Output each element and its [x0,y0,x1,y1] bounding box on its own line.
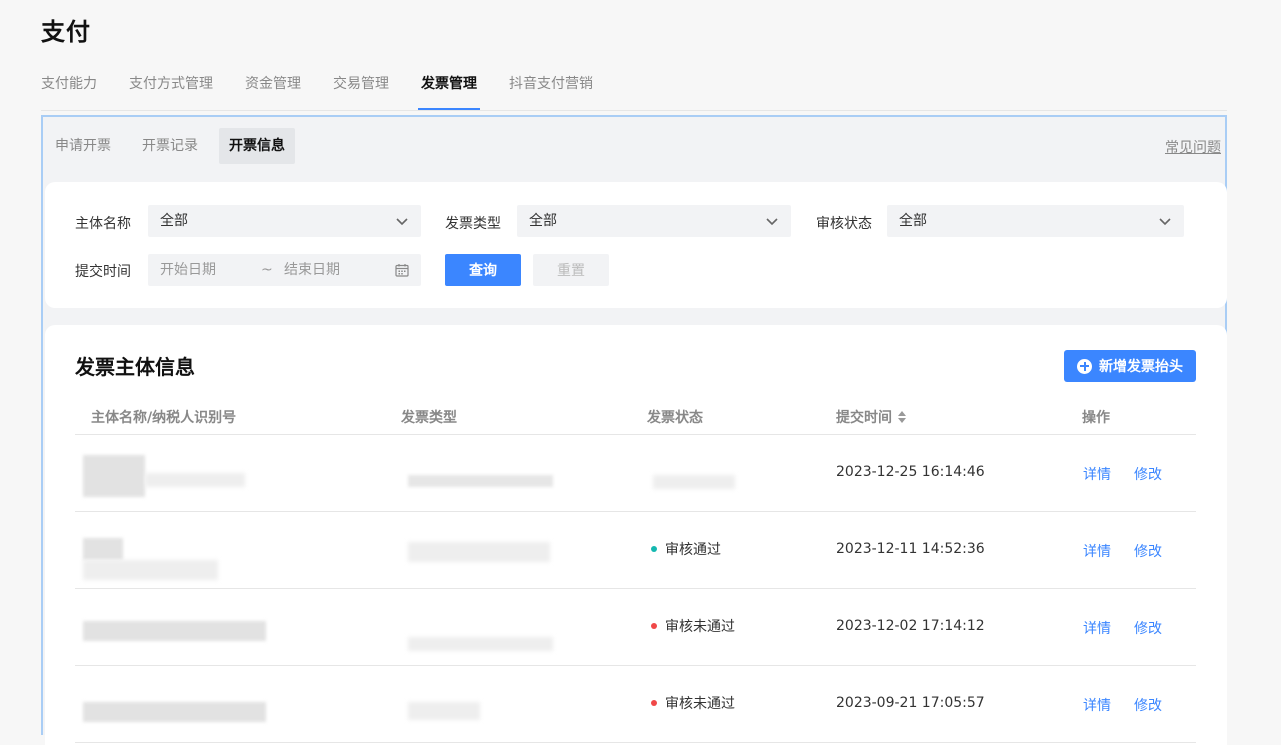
tab-pay-ability[interactable]: 支付能力 [41,66,97,110]
tab-trade[interactable]: 交易管理 [333,66,389,110]
redacted-name [83,702,266,722]
col-name: 主体名称/纳税人识别号 [91,410,237,426]
redacted-type [408,702,480,720]
status-badge: 审核通过 [651,539,721,559]
plus-circle-icon [1077,358,1092,374]
invoice-type-select[interactable]: 全部 [517,205,791,237]
invoice-panel: 申请开票 开票记录 开票信息 常见问题 主体名称 全部 发票类型 全部 审核状态… [41,115,1227,745]
table-row: 审核未通过 2023-09-21 17:05:57 详情 修改 [75,666,1196,743]
redacted-status [653,475,735,489]
detail-link[interactable]: 详情 [1083,695,1111,715]
status-dot [651,623,657,629]
filter-card: 主体名称 全部 发票类型 全部 审核状态 全部 提交时间 开始日期 ~ 结束日期 [45,182,1227,308]
tab-invoice[interactable]: 发票管理 [418,66,480,110]
row-submit-time: 2023-12-11 14:52:36 [836,541,985,557]
tabs-divider [41,110,1227,111]
status-text: 审核通过 [665,542,721,558]
tab-fund[interactable]: 资金管理 [245,66,301,110]
tab-pay-method[interactable]: 支付方式管理 [129,66,213,110]
date-separator: ~ [261,262,273,278]
section-title: 发票主体信息 [75,355,195,379]
col-time-label: 提交时间 [836,410,892,426]
add-invoice-header-label: 新增发票抬头 [1099,359,1183,375]
status-text: 审核未通过 [665,696,735,712]
detail-link[interactable]: 详情 [1083,618,1111,638]
edit-link[interactable]: 修改 [1134,618,1162,638]
edit-link[interactable]: 修改 [1134,695,1162,715]
invoice-type-value: 全部 [529,213,557,229]
reset-button[interactable]: 重置 [533,254,609,286]
subtab-records[interactable]: 开票记录 [132,128,208,164]
row-submit-time: 2023-12-25 16:14:46 [836,464,985,480]
detail-link[interactable]: 详情 [1083,541,1111,561]
status-dot [651,700,657,706]
chevron-down-icon [396,218,408,226]
status-text: 审核未通过 [665,619,735,635]
subtab-apply[interactable]: 申请开票 [45,128,121,164]
invoice-entity-list: 发票主体信息 新增发票抬头 主体名称/纳税人识别号 发票类型 发票状态 提交时间… [45,325,1227,745]
col-actions: 操作 [1082,410,1110,426]
start-date-input[interactable]: 开始日期 [160,254,216,286]
redacted-name [83,538,123,560]
end-date-input[interactable]: 结束日期 [284,254,340,286]
chevron-down-icon [766,218,778,226]
redacted-name [83,455,145,497]
subtab-info[interactable]: 开票信息 [219,128,295,164]
col-status: 发票状态 [647,410,703,426]
redacted-type [408,542,550,562]
edit-link[interactable]: 修改 [1134,541,1162,561]
faq-link[interactable]: 常见问题 [1165,137,1221,157]
date-range-picker[interactable]: 开始日期 ~ 结束日期 [148,254,421,286]
table-row: 审核未通过 2023-12-02 17:14:12 详情 修改 [75,589,1196,666]
submit-time-label: 提交时间 [75,264,131,280]
calendar-icon [395,264,409,277]
invoice-table: 主体名称/纳税人识别号 发票类型 发票状态 提交时间 操作 2023-12-25… [75,397,1196,743]
main-tabs: 支付能力 支付方式管理 资金管理 交易管理 发票管理 抖音支付营销 [41,66,625,110]
table-row: 2023-12-25 16:14:46 详情 修改 [75,435,1196,512]
col-type: 发票类型 [401,410,457,426]
sub-tabs: 申请开票 开票记录 开票信息 [45,128,306,164]
status-badge: 审核未通过 [651,616,735,636]
redacted-taxid [145,473,245,487]
chevron-down-icon [1159,218,1171,226]
col-time[interactable]: 提交时间 [836,407,907,427]
redacted-type [408,475,553,487]
sort-icon[interactable] [897,411,907,423]
redacted-name [83,621,266,641]
review-status-value: 全部 [899,213,927,229]
entity-name-select[interactable]: 全部 [148,205,421,237]
redacted-taxid [83,560,218,580]
tab-marketing[interactable]: 抖音支付营销 [509,66,593,110]
entity-name-label: 主体名称 [75,216,131,232]
page-title: 支付 [41,18,91,46]
row-submit-time: 2023-09-21 17:05:57 [836,695,985,711]
status-badge: 审核未通过 [651,693,735,713]
table-row: 审核通过 2023-12-11 14:52:36 详情 修改 [75,512,1196,589]
add-invoice-header-button[interactable]: 新增发票抬头 [1064,350,1196,382]
invoice-type-label: 发票类型 [445,216,501,232]
query-button[interactable]: 查询 [445,254,521,286]
status-dot [651,546,657,552]
redacted-type [408,637,553,651]
edit-link[interactable]: 修改 [1134,464,1162,484]
entity-name-value: 全部 [160,213,188,229]
review-status-label: 审核状态 [816,216,872,232]
row-submit-time: 2023-12-02 17:14:12 [836,618,985,634]
table-header: 主体名称/纳税人识别号 发票类型 发票状态 提交时间 操作 [75,397,1196,435]
review-status-select[interactable]: 全部 [887,205,1184,237]
detail-link[interactable]: 详情 [1083,464,1111,484]
